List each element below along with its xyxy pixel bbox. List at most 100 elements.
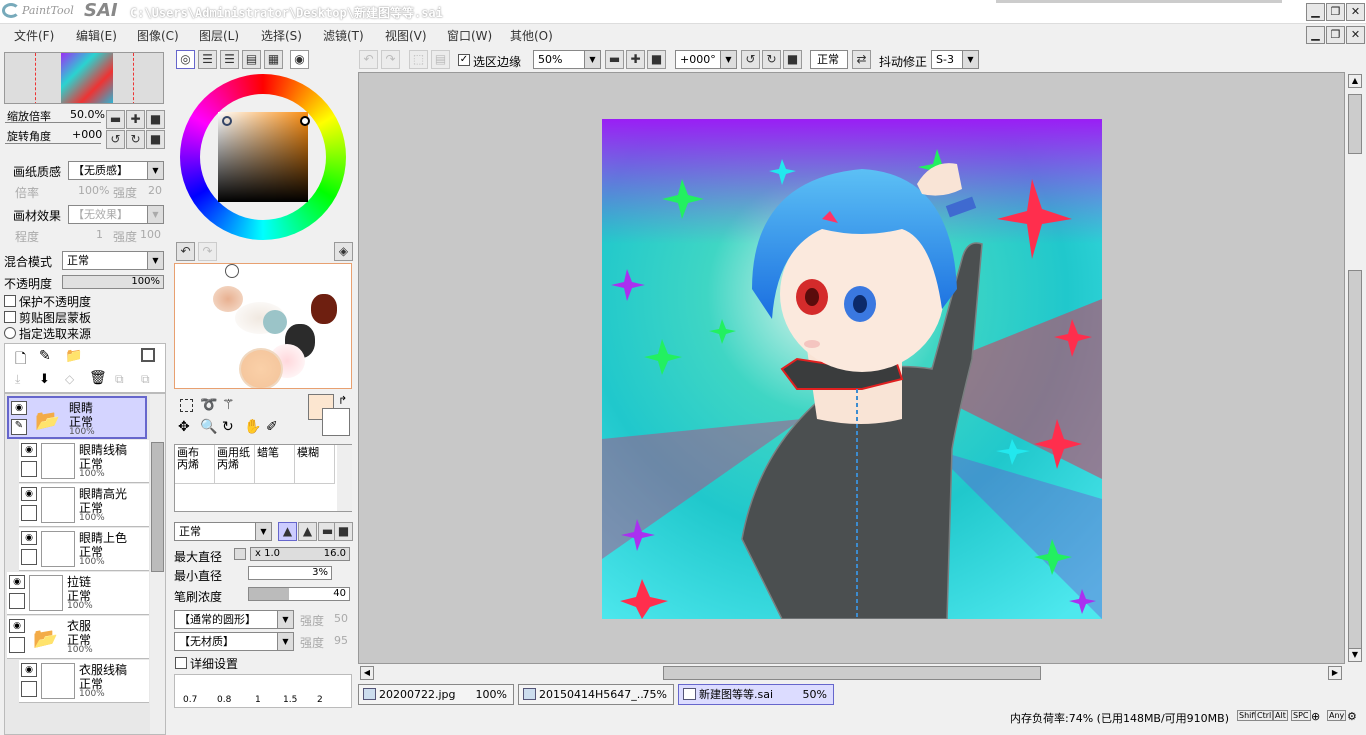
layer-eye-lineart[interactable]: ◉ 眼睛线稿 正常 100% (19, 440, 149, 483)
brush-grid-scrollbar[interactable] (337, 445, 352, 511)
size-preset[interactable]: 2 (317, 695, 323, 705)
eyedropper-icon[interactable]: ✐ (266, 419, 278, 435)
opacity-slider[interactable]: 100% (62, 275, 164, 289)
preserve-opacity-checkbox[interactable] (4, 295, 16, 307)
zoom-out-button[interactable]: ▬ (106, 110, 125, 129)
undo-button[interactable]: ↶ (359, 50, 378, 69)
redo-color-button[interactable]: ↷ (198, 242, 217, 261)
toolbar-rotate-left[interactable]: ↺ (741, 50, 760, 69)
brush-shape-sharp[interactable]: ▲ (278, 522, 297, 541)
tab-20150414[interactable]: 20150414H5647_... 75% (518, 684, 674, 705)
size-preset[interactable]: 1.5 (283, 695, 297, 705)
rect-select-icon[interactable] (180, 399, 193, 412)
vscroll-thumb[interactable] (1348, 270, 1362, 650)
brush-paper-acrylic[interactable]: 画用纸 丙烯 (215, 445, 255, 483)
layer-mask-icon[interactable] (141, 348, 155, 362)
lock-box[interactable] (21, 505, 37, 521)
menu-image[interactable]: 图像(C) (137, 27, 179, 44)
menu-file[interactable]: 文件(F) (14, 27, 54, 44)
visibility-eye-icon[interactable]: ◉ (9, 575, 25, 589)
zoom-tool-icon[interactable]: 🔍 (200, 419, 217, 435)
new-folder-icon[interactable]: 📁 (65, 348, 82, 364)
navigator-preview[interactable] (4, 52, 164, 104)
hand-icon[interactable]: ✋ (244, 419, 261, 435)
size-preset[interactable]: 0.8 (217, 695, 231, 705)
lasso-icon[interactable]: ➰ (200, 397, 217, 413)
scratchpad[interactable] (174, 263, 352, 389)
paper-effect-select[interactable]: 【无效果】 ▼ (68, 205, 164, 224)
delete-layer-icon[interactable]: 🗑 (89, 370, 107, 386)
toolbar-zoom-out[interactable]: ▬ (605, 50, 624, 69)
visibility-eye-icon[interactable]: ◉ (11, 401, 27, 415)
size-step-button[interactable] (234, 548, 246, 560)
menu-view[interactable]: 视图(V) (385, 27, 427, 44)
move-icon[interactable]: ✥ (178, 419, 190, 435)
scroll-left-button[interactable]: ◀ (360, 666, 374, 680)
redo-button[interactable]: ↷ (381, 50, 400, 69)
rotate-tool-icon[interactable]: ↻ (222, 419, 234, 435)
scratchpad-tab[interactable]: ◉ (290, 50, 309, 69)
visibility-eye-icon[interactable]: ◉ (21, 663, 37, 677)
brush-shape-select[interactable]: 【通常的圆形】 ▼ (174, 610, 294, 629)
secondary-color-swatch[interactable] (322, 408, 350, 436)
rotate-right-button[interactable]: ↻ (126, 130, 145, 149)
lock-box[interactable] (21, 461, 37, 477)
menu-window[interactable]: 窗口(W) (447, 27, 492, 44)
magic-wand-icon[interactable]: ⚚ (222, 397, 235, 413)
merge-selected-icon[interactable]: ⧉ (115, 372, 124, 387)
detail-settings-checkbox[interactable] (175, 657, 187, 669)
clear-layer-icon[interactable]: ◇ (65, 372, 74, 386)
layer-zipper[interactable]: ◉ 拉链 正常 100% (7, 572, 149, 615)
rgb-slider-tab[interactable]: ☰ (198, 50, 217, 69)
settings-gear-icon[interactable]: ⚙ (1347, 710, 1357, 723)
canvas-vertical-scrollbar[interactable]: ▲ ▼ (1346, 72, 1366, 664)
rotation-select[interactable]: +000° ▼ (675, 50, 737, 69)
density-slider[interactable]: 40 (248, 587, 350, 601)
visibility-eye-icon[interactable]: ◉ (21, 487, 37, 501)
brush-canvas-acrylic[interactable]: 画布 丙烯 (175, 445, 215, 483)
size-preset[interactable]: 1 (255, 695, 261, 705)
layer-clothes-lineart[interactable]: ◉ 衣服线稿 正常 100% (19, 660, 149, 703)
paper-texture-select[interactable]: 【无质感】 ▼ (68, 161, 164, 180)
brush-texture-select[interactable]: 【无材质】 ▼ (174, 632, 294, 651)
visibility-eye-icon[interactable]: ◉ (21, 531, 37, 545)
sv-handle[interactable] (300, 116, 310, 126)
size-preset[interactable]: 0.7 (183, 695, 197, 705)
toolbar-zoom-reset[interactable]: ■ (647, 50, 666, 69)
selection-source-radio[interactable] (4, 327, 16, 339)
invert-selection-button[interactable]: ▤ (431, 50, 450, 69)
flip-view-button[interactable]: ⇄ (852, 50, 871, 69)
menu-edit[interactable]: 编辑(E) (76, 27, 117, 44)
layer-eye-color[interactable]: ◉ 眼睛上色 正常 100% (19, 528, 149, 571)
brush-shape-medium[interactable]: ▲ (298, 522, 317, 541)
doc-minimize-button[interactable]: ▁ (1306, 26, 1325, 44)
min-diameter-slider[interactable]: 3% (248, 566, 332, 580)
vscroll-thumb-top[interactable] (1348, 94, 1362, 154)
color-wheel-tab[interactable]: ◎ (176, 50, 195, 69)
hue-handle[interactable] (222, 116, 232, 126)
brush-crayon[interactable]: 蜡笔 (255, 445, 295, 483)
brush-mode-select[interactable]: 正常 ▼ (174, 522, 272, 541)
swap-colors-icon[interactable]: ↱ (338, 394, 347, 407)
brush-shape-flat[interactable]: ■ (334, 522, 353, 541)
toolbar-rotate-right[interactable]: ↻ (762, 50, 781, 69)
menu-other[interactable]: 其他(O) (510, 27, 553, 44)
close-button[interactable]: ✕ (1346, 3, 1365, 21)
scroll-down-button[interactable]: ▼ (1348, 648, 1362, 662)
undo-color-button[interactable]: ↶ (176, 242, 195, 261)
artwork-canvas[interactable] (602, 119, 1102, 619)
tab-active-document[interactable]: 新建图等等.sai 50% (678, 684, 834, 705)
swatch-tab[interactable]: ▤ (242, 50, 261, 69)
max-diameter-slider[interactable]: x 1.0 16.0 (250, 547, 350, 561)
transfer-down-icon[interactable]: ⬇ (39, 372, 50, 387)
layer-clothes-folder[interactable]: ◉ 📂 衣服 正常 100% (7, 616, 149, 659)
visibility-eye-icon[interactable]: ◉ (21, 443, 37, 457)
scroll-right-button[interactable]: ▶ (1328, 666, 1342, 680)
new-layer-icon[interactable]: 🗋 (15, 348, 26, 372)
hscroll-thumb[interactable] (663, 666, 1041, 680)
tab-20200722[interactable]: 20200722.jpg 100% (358, 684, 514, 705)
show-selection-checkbox[interactable]: ✓ (458, 54, 470, 66)
doc-maximize-button[interactable]: ❐ (1326, 26, 1345, 44)
rotate-reset-button[interactable]: ■ (146, 130, 165, 149)
brush-lock-icon[interactable]: ✎ (11, 419, 27, 435)
